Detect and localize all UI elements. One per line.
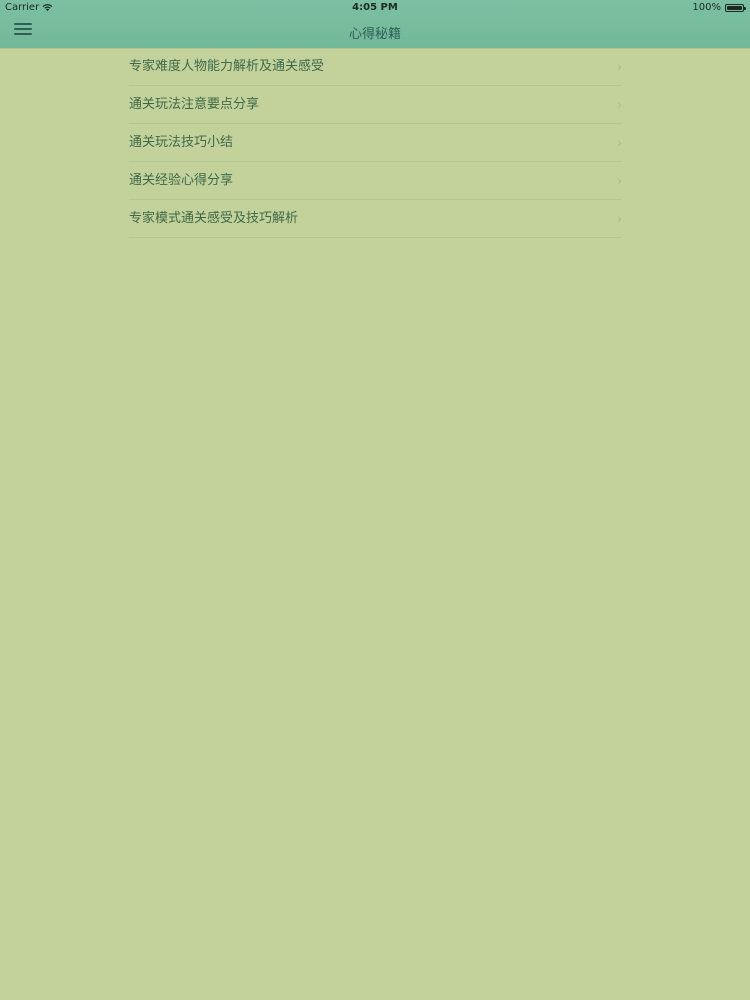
chevron-right-icon: ›: [617, 174, 622, 188]
app-header: Carrier 4:05 PM 100% 心得秘籍: [0, 0, 750, 48]
navigation-bar: 心得秘籍: [0, 16, 750, 48]
chevron-right-icon: ›: [617, 60, 622, 74]
battery-status: 100%: [692, 2, 746, 13]
list-item[interactable]: 通关经验心得分享 ›: [0, 162, 750, 200]
list-item[interactable]: 专家难度人物能力解析及通关感受 ›: [0, 48, 750, 86]
battery-percent: 100%: [692, 2, 721, 13]
chevron-right-icon: ›: [617, 98, 622, 112]
battery-icon: [725, 3, 746, 12]
battery-fill: [727, 5, 742, 10]
list-item-label: 专家难度人物能力解析及通关感受: [129, 59, 325, 74]
list-item-label: 通关经验心得分享: [129, 173, 234, 188]
list-item-label: 专家模式通关感受及技巧解析: [129, 211, 299, 226]
list-item[interactable]: 通关玩法技巧小结 ›: [0, 124, 750, 162]
list-item-label: 通关玩法注意要点分享: [129, 97, 260, 112]
status-time: 4:05 PM: [352, 2, 398, 13]
list-item[interactable]: 专家模式通关感受及技巧解析 ›: [0, 200, 750, 238]
list-item[interactable]: 通关玩法注意要点分享 ›: [0, 86, 750, 124]
list-item-label: 通关玩法技巧小结: [129, 135, 234, 150]
page-title: 心得秘籍: [348, 27, 401, 42]
chevron-right-icon: ›: [617, 136, 622, 150]
status-bar: Carrier 4:05 PM 100%: [0, 0, 750, 16]
chevron-right-icon: ›: [617, 212, 622, 226]
article-list: 专家难度人物能力解析及通关感受 › 通关玩法注意要点分享 › 通关玩法技巧小结 …: [0, 48, 750, 238]
